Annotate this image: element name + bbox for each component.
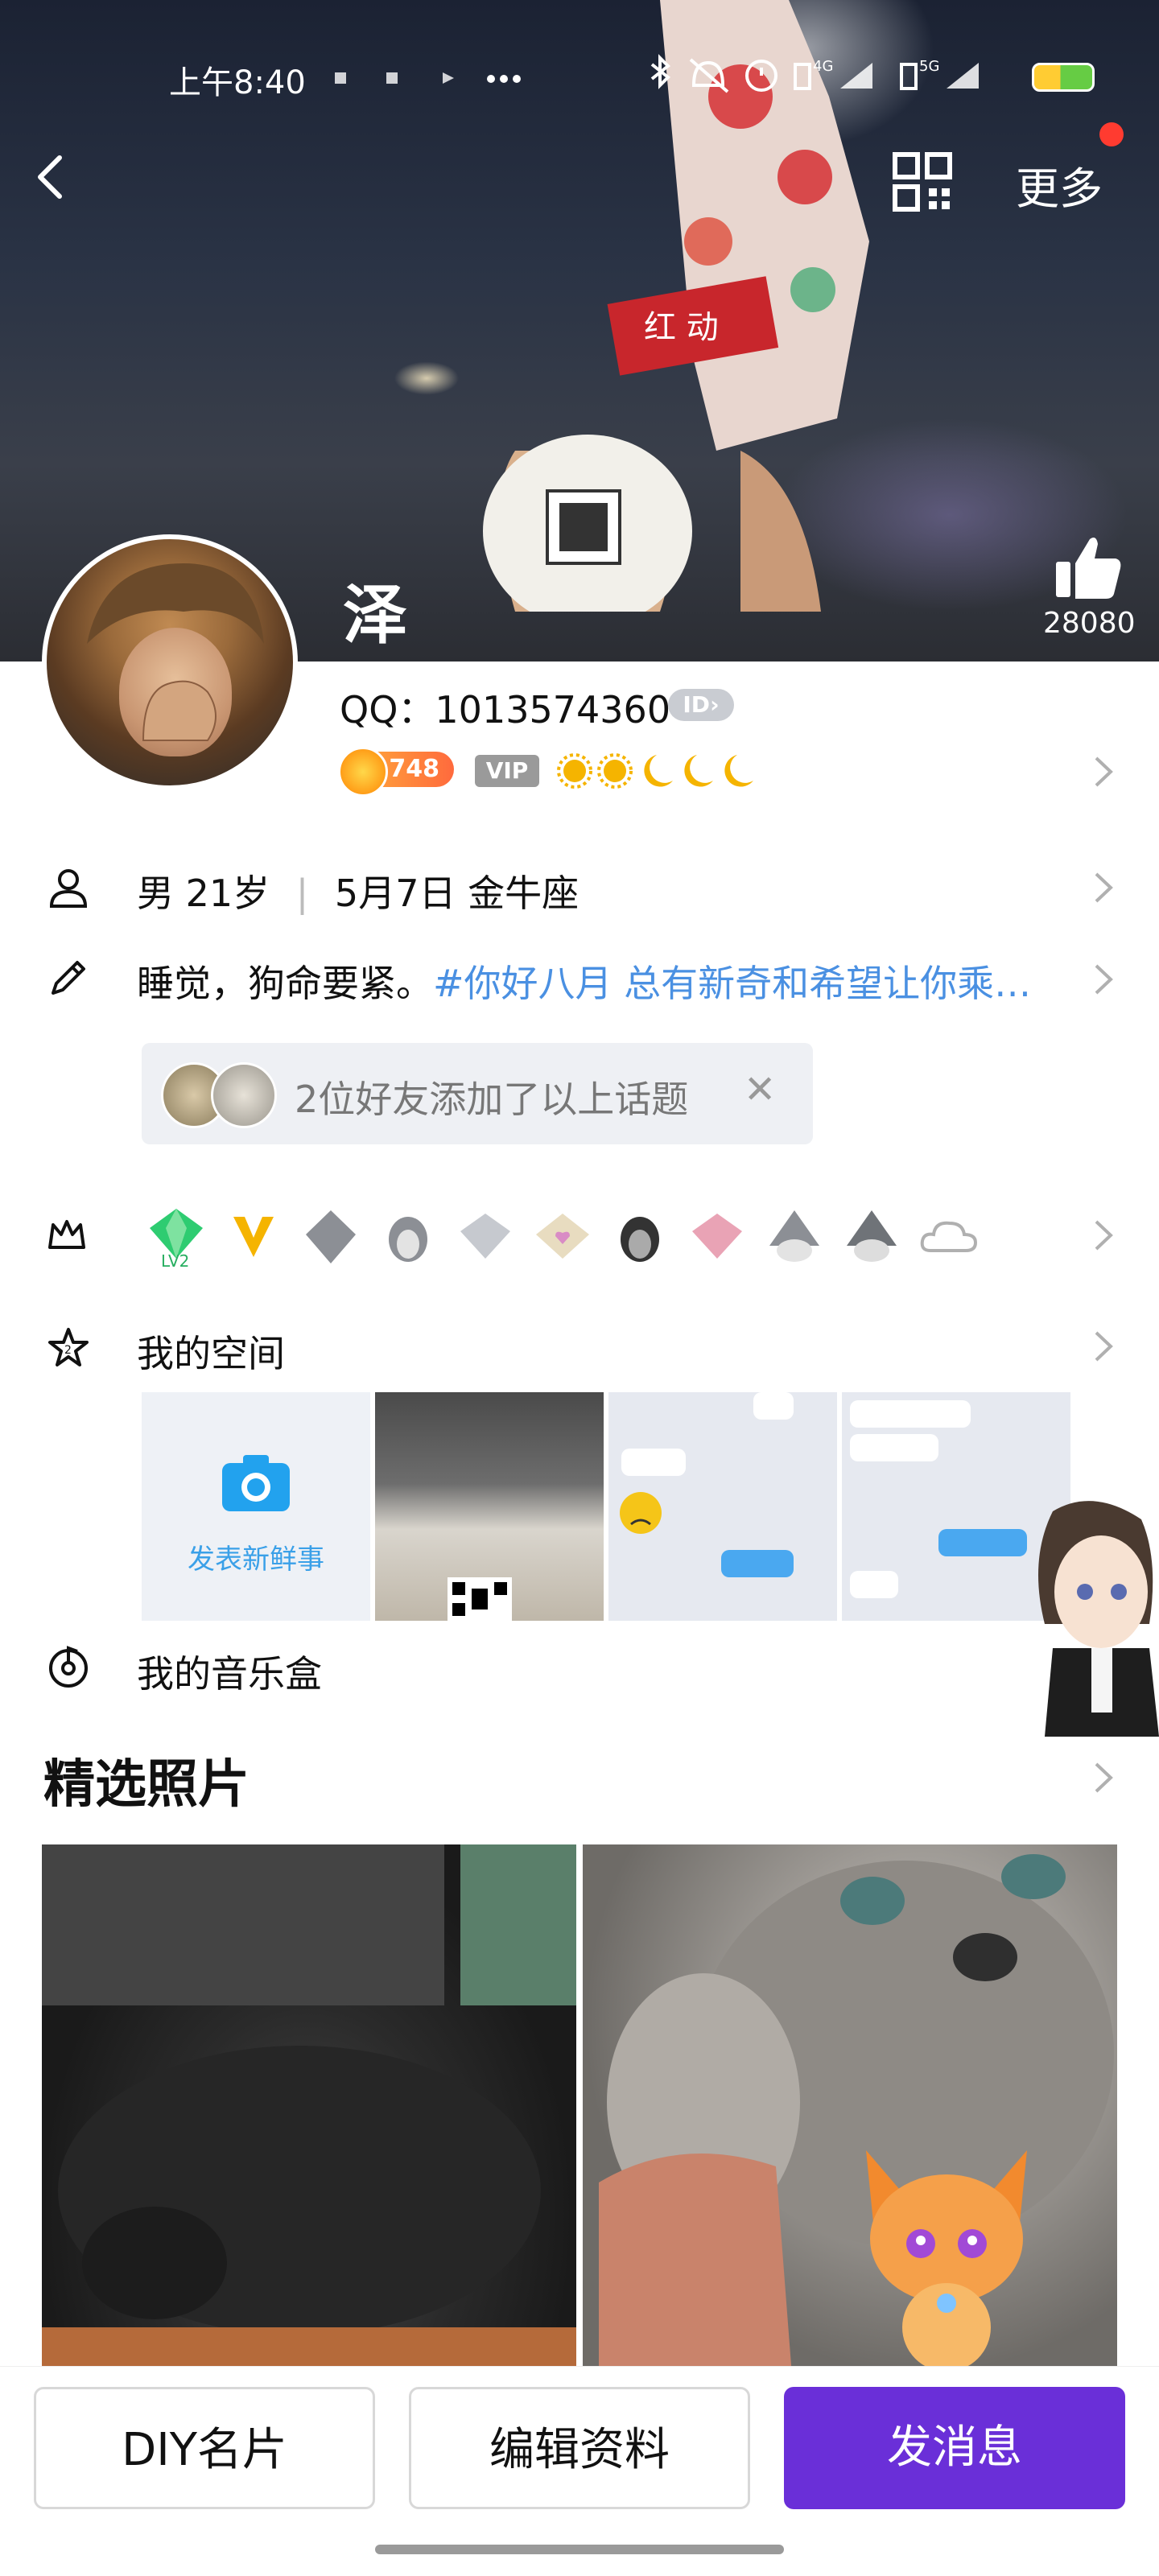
nickname: 泽 — [343, 578, 407, 653]
chat-bubble — [753, 1392, 794, 1420]
age: 21岁 — [185, 872, 270, 915]
music-box-title[interactable]: 我的音乐盒 — [137, 1645, 322, 1698]
id-badge[interactable]: ID› — [668, 689, 734, 721]
battery-icon — [1032, 63, 1095, 92]
music-disc-icon — [49, 1646, 88, 1688]
chevron-right-icon[interactable] — [1091, 962, 1116, 996]
space-photo[interactable] — [608, 1392, 837, 1621]
pet-mascot-boy[interactable] — [1021, 1495, 1159, 1737]
honor-badges[interactable]: LV2 — [145, 1206, 1038, 1286]
chat-bubble — [850, 1400, 971, 1428]
topic-friends-text: 2位好友添加了以上话题 — [295, 1078, 689, 1121]
moon-icon — [644, 755, 673, 787]
birthday: 5月7日 — [334, 872, 456, 915]
chat-bubble — [938, 1529, 1027, 1556]
signature[interactable]: 睡觉，狗命要紧。#你好八月 总有新奇和希望让你乘… — [137, 954, 1062, 1008]
home-indicator[interactable] — [375, 2545, 784, 2554]
vip-badge[interactable]: VIP — [475, 755, 539, 787]
svg-text:2: 2 — [64, 1344, 72, 1357]
status-notification-icons — [335, 72, 521, 84]
my-space-title[interactable]: 我的空间 — [137, 1325, 285, 1378]
edit-profile-button[interactable]: 编辑资料 — [409, 2387, 750, 2509]
camera-icon — [222, 1455, 290, 1511]
level-rank-icons — [557, 753, 753, 789]
emoji-icon — [620, 1492, 662, 1534]
chat-bubble — [721, 1550, 794, 1577]
status-time: 上午8:40 — [169, 64, 306, 101]
chat-bubble — [850, 1434, 938, 1461]
chevron-right-icon[interactable] — [1091, 755, 1116, 789]
diy-card-button[interactable]: DIY名片 — [34, 2387, 375, 2509]
signature-text: 睡觉，狗命要紧。 — [137, 962, 433, 1005]
basic-info[interactable]: 男 21岁 | 5月7日 金牛座 — [137, 864, 579, 917]
send-message-button[interactable]: 发消息 — [784, 2387, 1125, 2509]
status-system-icons: 4G 5G — [650, 54, 979, 93]
qr-code-icon[interactable] — [892, 151, 953, 212]
dark-penguin-icon — [621, 1217, 659, 1262]
friend-avatar — [211, 1062, 277, 1128]
thumbs-up-icon[interactable] — [1051, 531, 1124, 604]
featured-photo[interactable] — [42, 1844, 576, 2376]
moon-icon — [724, 755, 753, 787]
status-bar: 上午8:40 4G 5G — [0, 0, 1159, 153]
pink-diamond-3-icon — [692, 1214, 742, 1259]
gender: 男 — [137, 872, 174, 915]
cat-on-laptop-image — [42, 1844, 576, 2376]
post-new-label: 发表新鲜事 — [188, 1544, 324, 1576]
back-icon[interactable] — [27, 153, 76, 201]
heart-gem-icon — [536, 1214, 589, 1259]
status-5g: 5G — [919, 58, 939, 75]
space-photo[interactable] — [375, 1392, 604, 1621]
person-icon — [49, 869, 88, 908]
gray-gem-icon — [306, 1210, 356, 1263]
qq-number[interactable]: QQ：1013574360 — [340, 681, 670, 734]
more-button[interactable]: 更多 — [1016, 153, 1103, 216]
sun-icon — [597, 753, 633, 789]
qr-code-image — [448, 1577, 512, 1621]
info-divider: | — [295, 872, 309, 915]
moon-icon — [684, 755, 713, 787]
level-coin-icon — [338, 747, 388, 797]
zodiac: 金牛座 — [468, 872, 580, 915]
crown-icon — [48, 1220, 85, 1249]
status-4g: 4G — [813, 58, 833, 75]
chat-bubble — [850, 1571, 898, 1598]
pet-mascot-fox[interactable] — [842, 2134, 1051, 2376]
chevron-right-icon[interactable] — [1091, 871, 1116, 905]
svg-text:红 动: 红 动 — [644, 309, 719, 346]
chevron-right-icon[interactable] — [1091, 1329, 1116, 1363]
avatar-hand — [142, 680, 217, 741]
signature-topic-link[interactable]: #你好八月 总有新奇和希望让你乘… — [433, 962, 1031, 1005]
notification-dot — [1099, 122, 1124, 146]
post-new-tile[interactable]: 发表新鲜事 — [142, 1392, 370, 1621]
star-icon: 2 — [48, 1328, 89, 1366]
pencil-icon — [52, 961, 85, 995]
vip-v1-icon — [233, 1217, 274, 1257]
diamond-1-icon — [460, 1214, 510, 1259]
svg-text:LV2: LV2 — [161, 1251, 189, 1268]
chevron-right-icon[interactable] — [1091, 1761, 1116, 1795]
sun-icon — [557, 753, 592, 789]
space-thumbnails[interactable]: 发表新鲜事 — [142, 1392, 1075, 1621]
chat-bubble — [621, 1449, 686, 1476]
diamond-lv2-icon: LV2 — [150, 1209, 203, 1268]
gray-penguin-2-icon — [847, 1210, 897, 1262]
gray-penguin-icon — [769, 1210, 819, 1262]
penguin-icon — [389, 1217, 427, 1262]
id-badge-label: ID — [683, 691, 711, 718]
cloud-icon — [920, 1221, 978, 1252]
close-icon[interactable]: ✕ — [744, 1067, 776, 1112]
avatar-hair — [87, 563, 264, 644]
like-count: 28080 — [1043, 607, 1136, 640]
featured-photos-title: 精选照片 — [43, 1755, 250, 1815]
avatar[interactable] — [42, 534, 298, 790]
chevron-right-icon[interactable] — [1091, 1218, 1116, 1252]
chevron-right-icon: › — [710, 691, 720, 718]
